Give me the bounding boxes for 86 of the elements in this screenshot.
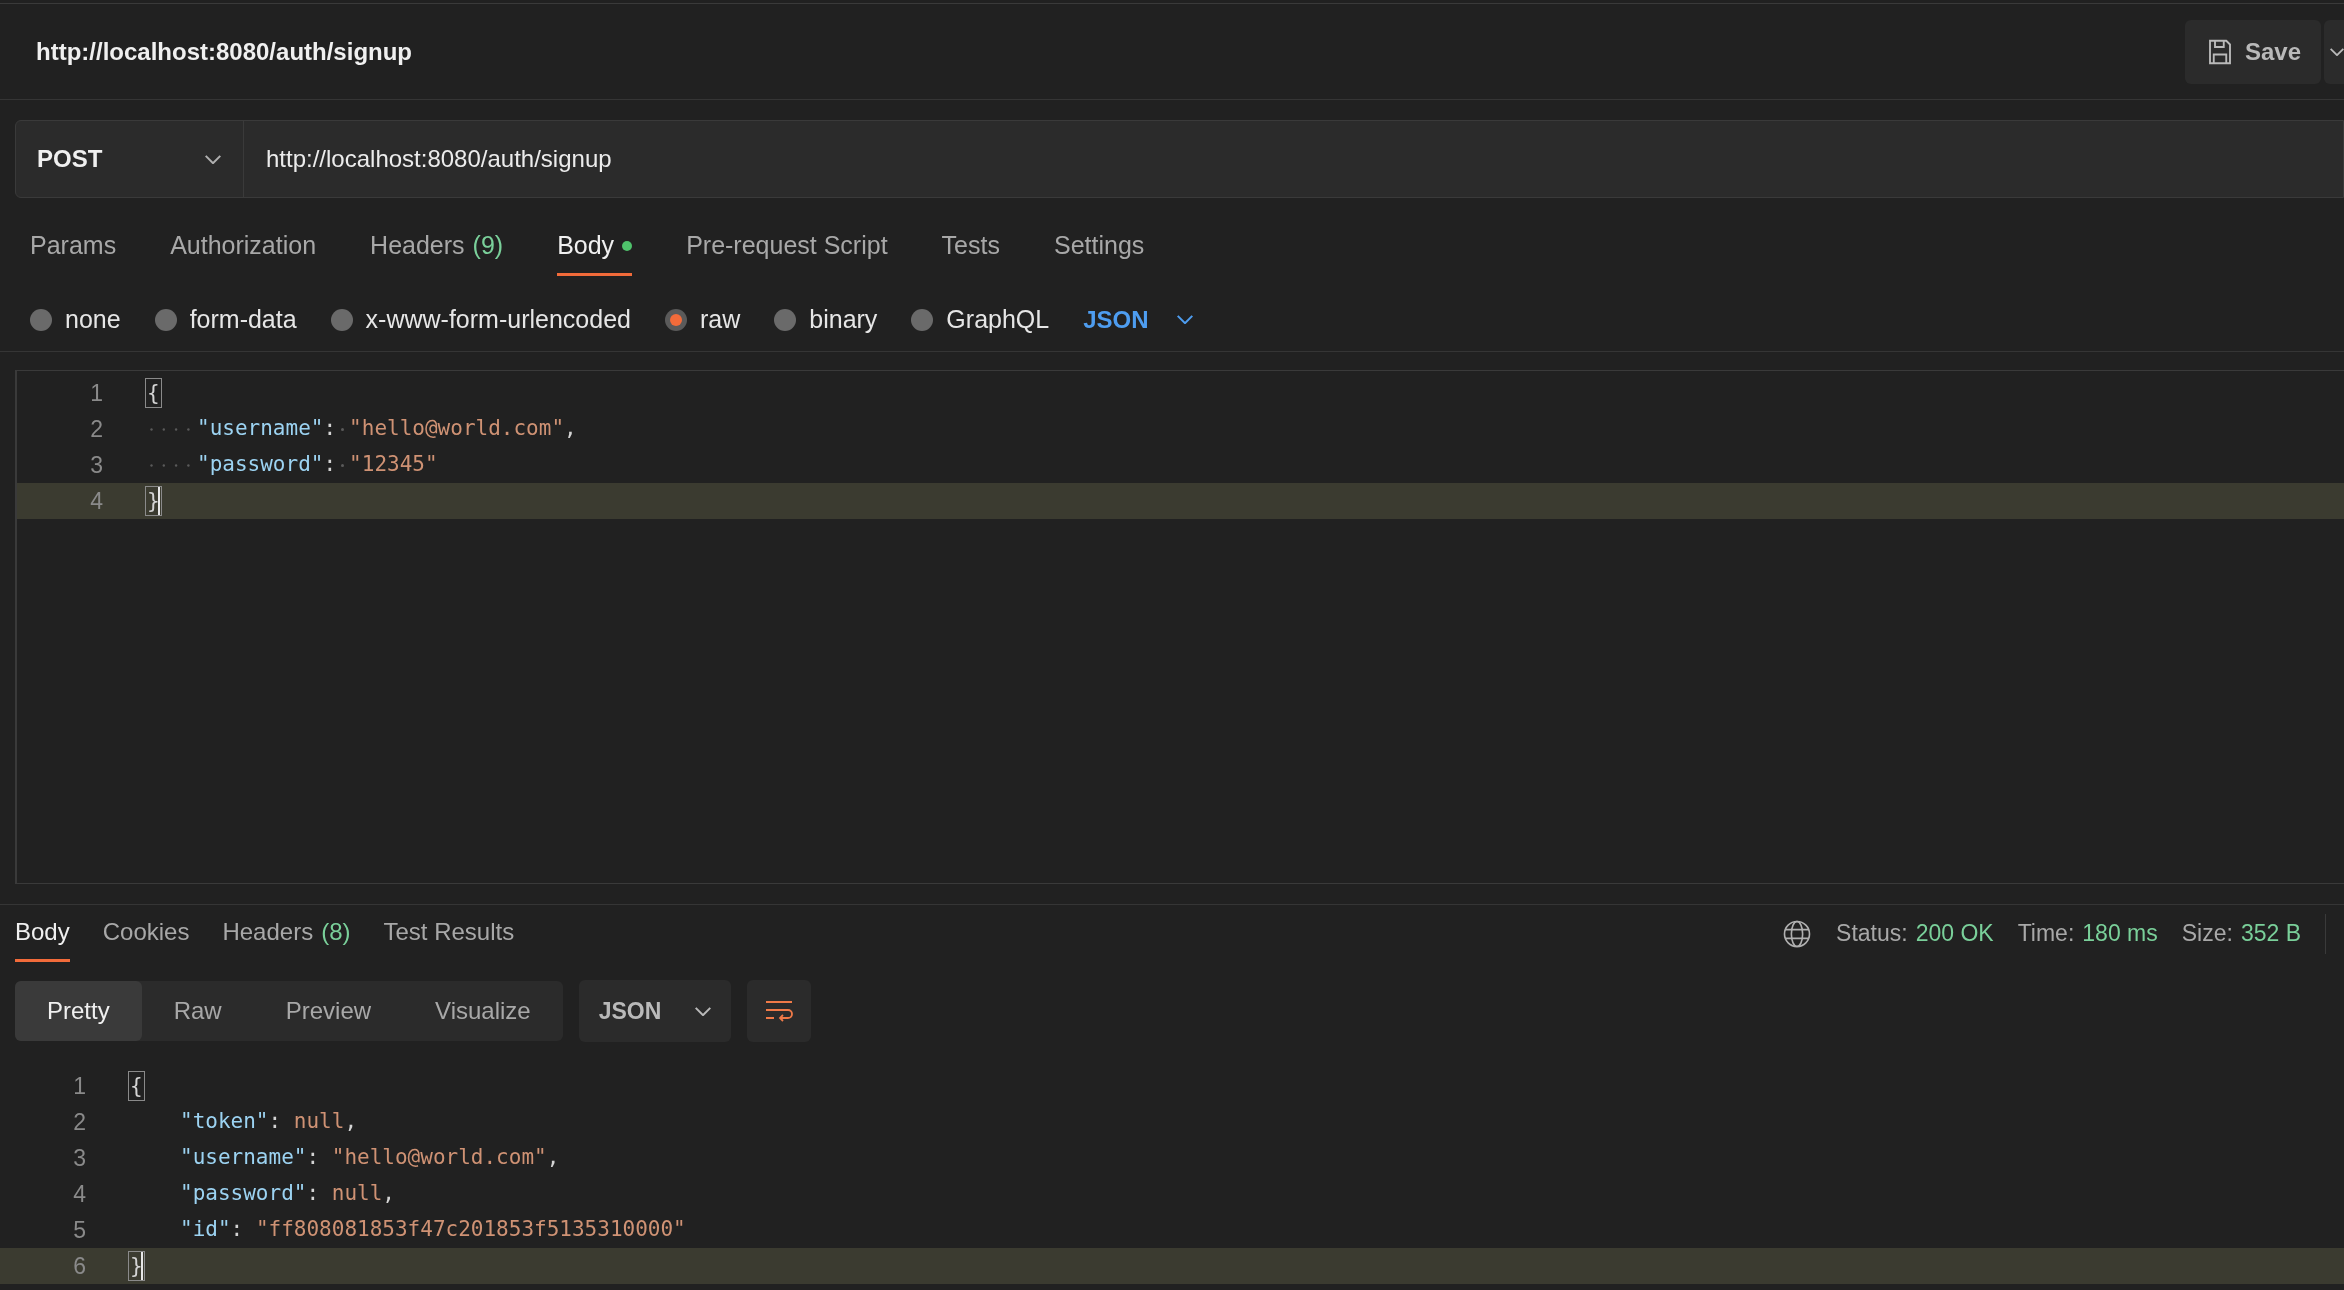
status-label: Time:: [2017, 919, 2075, 949]
body-type-radio[interactable]: x-www-form-urlencoded: [330, 300, 631, 339]
body-type-radio[interactable]: GraphQL: [911, 300, 1050, 339]
request-tab[interactable]: Settings: [1053, 218, 1145, 276]
json-key: "password": [180, 1178, 307, 1210]
chevron-down-icon: [694, 1006, 711, 1016]
save-button[interactable]: Save: [2184, 19, 2321, 84]
status-value: 200 OK: [1915, 919, 1994, 949]
json-key: "username": [180, 1142, 307, 1174]
bracket-match: }: [145, 486, 162, 516]
globe-icon: [1782, 918, 1813, 949]
count-label: (9): [472, 229, 504, 261]
line-number: 2: [72, 1107, 87, 1137]
view-mode-tab[interactable]: Raw: [141, 981, 254, 1041]
body-type-radio[interactable]: binary: [774, 300, 878, 339]
json-value: null: [331, 1180, 383, 1208]
line-number: 2: [89, 414, 104, 444]
line-number: 3: [72, 1143, 87, 1173]
view-mode-tab[interactable]: Visualize: [403, 981, 563, 1041]
json-value: null: [293, 1108, 345, 1136]
json-punctuation: :: [230, 1216, 245, 1244]
radio-icon: [154, 308, 177, 331]
json-punctuation: :: [323, 451, 337, 479]
body-type-radio[interactable]: none: [30, 300, 121, 339]
json-key: "username": [197, 413, 324, 445]
view-mode-tab[interactable]: Preview: [253, 981, 404, 1041]
space-marker-icon: [341, 427, 345, 431]
line-number: 3: [89, 450, 104, 480]
request-tab[interactable]: Params: [30, 218, 117, 276]
response-tab[interactable]: Headers (8): [222, 905, 351, 962]
json-value: "ff808081853f47c201853f5135310000": [255, 1216, 686, 1244]
json-punctuation: :: [268, 1108, 283, 1136]
json-punctuation: :: [306, 1180, 321, 1208]
response-tab[interactable]: Body: [15, 905, 70, 962]
json-punctuation: ,: [564, 415, 577, 443]
request-tab[interactable]: Headers (9): [370, 218, 504, 276]
chevron-down-icon: [2330, 47, 2344, 56]
json-punctuation: ,: [344, 1108, 358, 1136]
json-value: "hello@world.com": [331, 1144, 547, 1172]
line-number: 5: [72, 1215, 87, 1245]
radio-icon: [30, 308, 52, 331]
radio-icon: [911, 308, 934, 331]
radio-icon: [664, 308, 687, 331]
line-number: 1: [89, 378, 104, 408]
body-type-radio[interactable]: form-data: [154, 300, 297, 339]
json-value: "12345": [349, 451, 438, 479]
line-number: 6: [72, 1251, 87, 1281]
status-value: 180 ms: [2082, 919, 2158, 949]
json-key: "id": [180, 1214, 231, 1246]
format-dropdown[interactable]: JSON: [1083, 301, 1193, 338]
request-tab[interactable]: Body: [557, 218, 633, 276]
status-label: Status:: [1836, 919, 1908, 949]
json-punctuation: ,: [382, 1180, 395, 1208]
request-tab[interactable]: Authorization: [170, 218, 317, 276]
json-key: "password": [197, 449, 324, 481]
line-number: 4: [89, 486, 104, 516]
status-value: 352 B: [2240, 919, 2301, 949]
json-punctuation: :: [306, 1144, 321, 1172]
text-cursor: [157, 487, 160, 515]
request-tab[interactable]: Pre-request Script: [686, 218, 888, 276]
wrap-lines-button[interactable]: [746, 980, 811, 1042]
count-label: (8): [321, 917, 351, 947]
line-number: 4: [72, 1179, 87, 1209]
line-number: 1: [72, 1071, 87, 1101]
body-type-radio[interactable]: raw: [664, 300, 741, 339]
json-punctuation: ,: [546, 1144, 560, 1172]
json-key: "token": [180, 1106, 269, 1138]
radio-icon: [330, 308, 353, 331]
wrap-lines-icon: [763, 998, 794, 1024]
save-options-button[interactable]: [2324, 19, 2344, 84]
bracket-match: {: [145, 378, 162, 408]
request-title: http://localhost:8080/auth/signup: [36, 36, 413, 67]
chevron-down-icon: [1176, 315, 1193, 324]
radio-icon: [774, 308, 797, 331]
format-dropdown[interactable]: JSON: [578, 980, 731, 1042]
bracket-match: }: [128, 1251, 145, 1281]
response-tab[interactable]: Cookies: [102, 905, 190, 962]
json-punctuation: :: [323, 415, 337, 443]
status-label: Size:: [2181, 919, 2233, 949]
space-marker-icon: [341, 463, 345, 467]
response-tab[interactable]: Test Results: [383, 905, 515, 962]
view-mode-tab[interactable]: Pretty: [15, 981, 142, 1041]
json-value: "hello@world.com": [349, 415, 565, 443]
text-cursor: [140, 1252, 143, 1280]
bracket-match: {: [128, 1071, 145, 1101]
request-tab[interactable]: Tests: [941, 218, 1000, 276]
